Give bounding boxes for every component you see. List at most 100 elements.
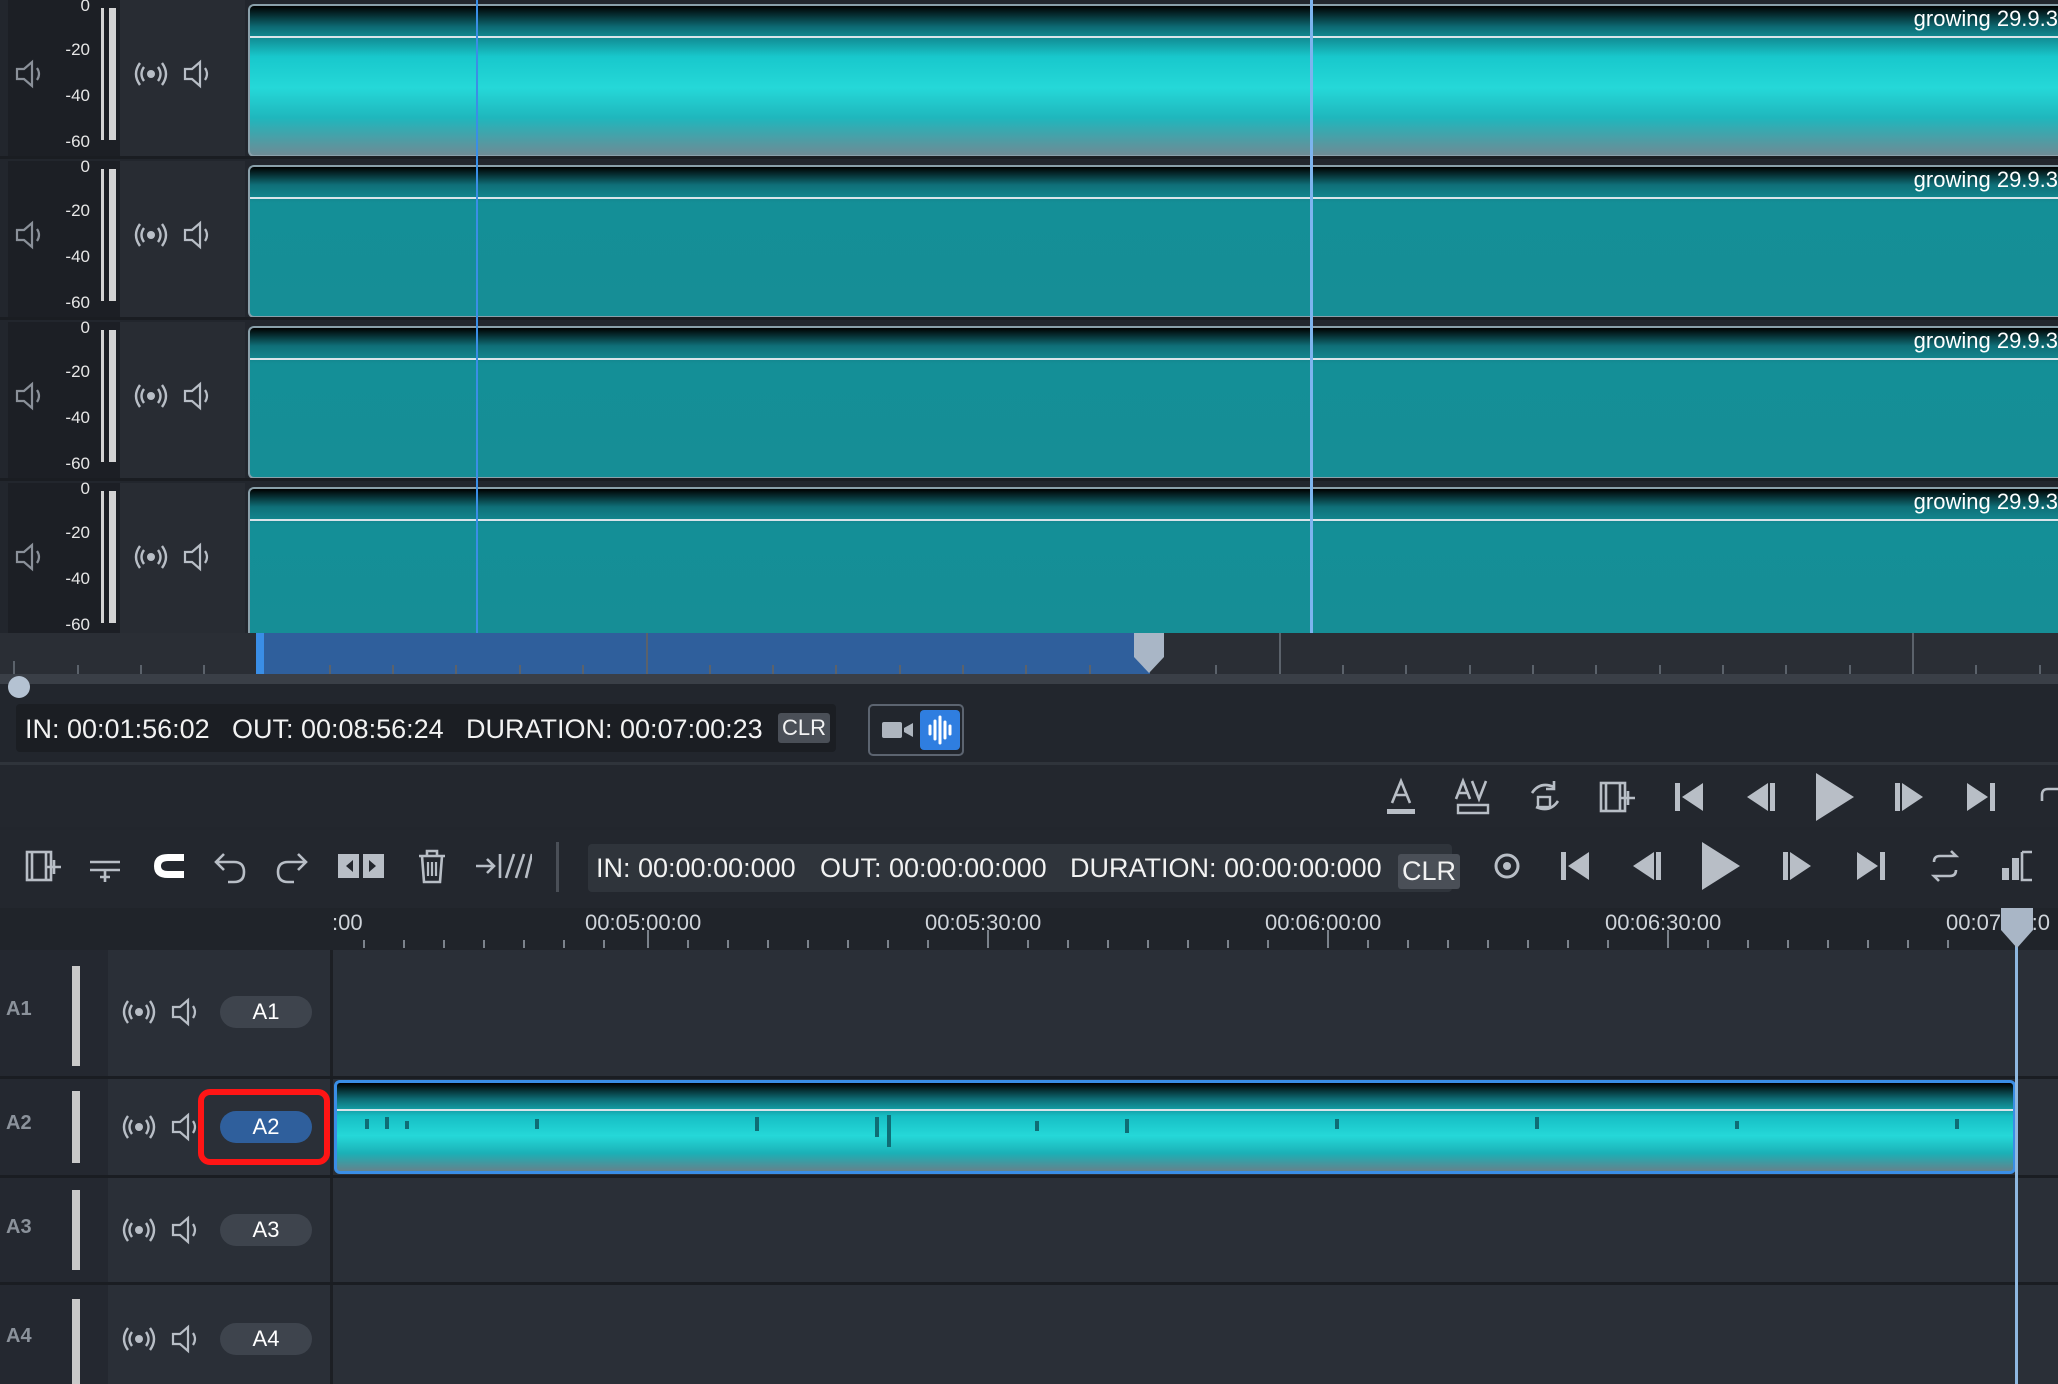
audio-wave-icon [928,715,952,745]
playhead-handle[interactable] [1999,908,2035,950]
volume-line[interactable] [250,36,2058,38]
video-camera-icon[interactable] [880,716,916,744]
play-icon[interactable] [1698,840,1742,892]
track-divider [0,156,2058,159]
speaker-icon[interactable] [14,380,48,412]
toolbar-separator [556,842,559,892]
step-back-icon[interactable] [1742,777,1780,817]
clear-in-out-button[interactable]: CLR [778,713,831,743]
av-toggle-group [868,704,964,756]
speaker-icon[interactable] [182,58,216,90]
go-to-end-icon[interactable] [1852,846,1890,886]
timeline-ruler[interactable]: :00 00:05:00:00 00:05:30:00 00:06:00:00 … [0,908,2058,950]
add-to-timeline-icon[interactable] [1598,777,1636,817]
meter-label-20: -20 [65,40,90,59]
speaker-icon[interactable] [14,219,48,251]
out-marker-handle[interactable] [1132,633,1166,675]
broadcast-icon[interactable] [134,58,168,90]
speaker-icon[interactable] [182,219,216,251]
trash-icon[interactable] [414,846,450,886]
meter-bar-left [101,8,104,140]
track-target-a4[interactable]: A4 [220,1323,312,1355]
loop-icon[interactable] [2040,779,2058,815]
ripple-delete-icon[interactable] [474,846,532,886]
play-icon[interactable] [1812,771,1856,823]
timeline-in-time: IN: 00:00:00:000 [596,853,796,883]
audio-toggle-button[interactable] [920,710,960,750]
replace-clip-icon[interactable] [1526,777,1564,817]
broadcast-icon[interactable] [122,1111,156,1143]
go-to-start-icon[interactable] [1556,846,1594,886]
speaker-icon[interactable] [182,541,216,573]
add-clip-icon[interactable] [24,846,62,886]
meter-label-20: -20 [65,362,90,381]
broadcast-icon[interactable] [122,1323,156,1355]
go-to-start-icon[interactable] [1670,777,1708,817]
step-forward-icon[interactable] [1890,777,1928,817]
clip-waveform [365,1115,1959,1147]
source-clip[interactable]: growing 29.9.3 [248,4,2058,157]
track-area[interactable] [330,1285,2058,1384]
step-forward-icon[interactable] [1778,846,1816,886]
magnet-snap-icon[interactable] [150,846,188,886]
track-area[interactable] [330,950,2058,1076]
timeline-playhead[interactable] [2015,910,2018,1384]
highlight-box [198,1089,330,1165]
in-marker-line [476,0,478,636]
track-area[interactable] [330,1178,2058,1282]
audio-video-icon[interactable] [1454,777,1492,817]
timeline-audio-clip[interactable] [334,1080,2016,1174]
go-to-end-icon[interactable] [1962,777,2000,817]
insert-track-icon[interactable] [86,846,124,886]
undo-icon[interactable] [212,846,250,886]
track-level-meter [72,1299,80,1384]
source-track-4: 0 -20 -40 -60 growing 29.9.3 [0,479,2058,644]
source-clip[interactable]: growing 29.9.3 [248,326,2058,479]
source-scrub-bar[interactable] [0,674,2058,684]
speaker-icon[interactable] [170,1214,204,1246]
speaker-icon[interactable] [182,380,216,412]
broadcast-icon[interactable] [134,219,168,251]
loop-icon[interactable] [1926,846,1964,886]
audio-level-icon[interactable] [1998,846,2038,886]
meter-bar-left [101,491,104,623]
speaker-icon[interactable] [14,58,48,90]
track-target-a3[interactable]: A3 [220,1214,312,1246]
meter-label-20: -20 [65,523,90,542]
volume-line[interactable] [250,197,2058,199]
volume-line[interactable] [337,1109,2013,1111]
source-track-controls [120,0,245,158]
broadcast-icon[interactable] [122,996,156,1028]
meter-label-40: -40 [65,247,90,266]
text-underline-icon[interactable] [1384,777,1418,817]
broadcast-icon[interactable] [122,1214,156,1246]
source-track-controls [120,161,245,319]
volume-line[interactable] [250,519,2058,521]
broadcast-icon[interactable] [134,380,168,412]
volume-line[interactable] [250,358,2058,360]
meter-bar-left [101,330,104,462]
record-marker-icon[interactable] [1490,848,1524,884]
redo-icon[interactable] [272,846,310,886]
source-clip[interactable]: growing 29.9.3 [248,487,2058,640]
source-clip[interactable]: growing 29.9.3 [248,165,2058,318]
clip-name: growing 29.9.3 [1913,489,2058,514]
clear-in-out-button[interactable]: CLR [1398,854,1461,889]
speaker-icon[interactable] [170,996,204,1028]
speaker-icon[interactable] [14,541,48,573]
scrub-handle[interactable] [8,676,30,698]
audio-meter: 0 -20 -40 -60 [8,479,120,641]
track-level-meter [72,1190,80,1270]
timeline-ruler-ticks [363,930,1949,948]
meter-label-40: -40 [65,569,90,588]
broadcast-icon[interactable] [134,541,168,573]
track-target-a1[interactable]: A1 [220,996,312,1028]
track-header: A3 A3 [0,1178,330,1282]
split-clip-icon[interactable] [336,846,386,886]
audio-meter: 0 -20 -40 -60 [8,318,120,480]
audio-meter: 0 -20 -40 -60 [8,157,120,319]
step-back-icon[interactable] [1628,846,1666,886]
source-ruler[interactable] [0,633,2058,677]
meter-bar [109,330,116,462]
speaker-icon[interactable] [170,1323,204,1355]
